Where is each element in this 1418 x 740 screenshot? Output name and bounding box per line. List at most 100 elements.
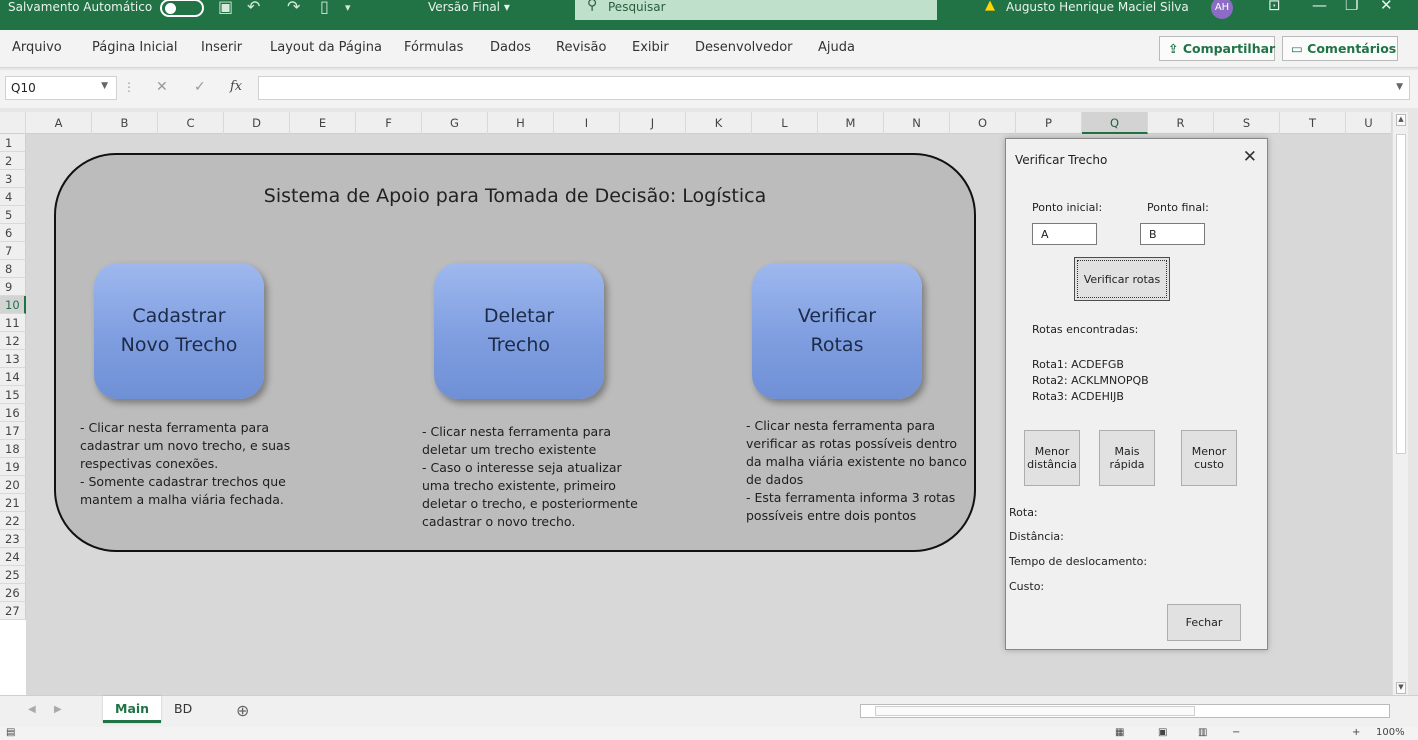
row-header[interactable]: 15	[0, 386, 26, 404]
column-header[interactable]: U	[1346, 112, 1392, 134]
avatar[interactable]: AH	[1211, 0, 1233, 19]
share-button[interactable]: ⇪ Compartilhar	[1159, 36, 1275, 61]
close-window-icon[interactable]: ✕	[1380, 0, 1393, 14]
tab-desenvolvedor[interactable]: Desenvolvedor	[695, 40, 793, 55]
normal-view-icon[interactable]: ▦	[1115, 727, 1124, 738]
warning-icon[interactable]: ▲	[985, 0, 995, 13]
row-header[interactable]: 24	[0, 548, 26, 566]
column-header[interactable]: C	[158, 112, 224, 134]
row-header[interactable]: 7	[0, 242, 26, 260]
page-layout-view-icon[interactable]: ▣	[1158, 727, 1167, 738]
column-header[interactable]: P	[1016, 112, 1082, 134]
fastest-button[interactable]: Mais rápida	[1099, 430, 1155, 486]
ribbon-display-icon[interactable]: ⊡	[1268, 0, 1281, 14]
tab-exibir[interactable]: Exibir	[632, 40, 669, 55]
document-title[interactable]: Versão Final ▾	[428, 0, 510, 14]
tab-revisao[interactable]: Revisão	[556, 40, 606, 55]
column-header[interactable]: O	[950, 112, 1016, 134]
tab-arquivo[interactable]: Arquivo	[12, 40, 62, 55]
row-header[interactable]: 2	[0, 152, 26, 170]
save-icon[interactable]: ▣	[218, 0, 233, 16]
expand-formula-icon[interactable]: ▼	[1396, 82, 1403, 92]
scroll-up-icon[interactable]: ▲	[1396, 114, 1406, 126]
end-point-input[interactable]: B	[1140, 223, 1205, 245]
cancel-formula-icon[interactable]: ✕	[156, 79, 168, 95]
page-break-view-icon[interactable]: ▥	[1198, 727, 1207, 738]
row-header[interactable]: 8	[0, 260, 26, 278]
row-header[interactable]: 13	[0, 350, 26, 368]
row-header[interactable]: 19	[0, 458, 26, 476]
row-header[interactable]: 27	[0, 602, 26, 620]
row-header[interactable]: 9	[0, 278, 26, 296]
column-header[interactable]: D	[224, 112, 290, 134]
tab-pagina-inicial[interactable]: Página Inicial	[92, 40, 177, 55]
column-header[interactable]: N	[884, 112, 950, 134]
row-header[interactable]: 26	[0, 584, 26, 602]
restore-icon[interactable]: ❐	[1345, 0, 1358, 14]
column-header[interactable]: R	[1148, 112, 1214, 134]
select-all-corner[interactable]	[0, 112, 26, 134]
tab-dados[interactable]: Dados	[490, 40, 531, 55]
tab-ajuda[interactable]: Ajuda	[818, 40, 855, 55]
column-header[interactable]: F	[356, 112, 422, 134]
row-header[interactable]: 5	[0, 206, 26, 224]
zoom-out-icon[interactable]: −	[1232, 727, 1240, 738]
column-header[interactable]: J	[620, 112, 686, 134]
row-header[interactable]: 12	[0, 332, 26, 350]
tab-inserir[interactable]: Inserir	[201, 40, 242, 55]
chevron-down-icon[interactable]: ▼	[101, 81, 108, 91]
column-header[interactable]: I	[554, 112, 620, 134]
customize-toolbar-icon[interactable]: ▾	[345, 1, 351, 14]
row-header[interactable]: 3	[0, 170, 26, 188]
column-header[interactable]: T	[1280, 112, 1346, 134]
row-header[interactable]: 11	[0, 314, 26, 332]
zoom-level[interactable]: 100%	[1376, 727, 1405, 738]
column-header[interactable]: A	[26, 112, 92, 134]
tab-layout-da-pagina[interactable]: Layout da Página	[270, 40, 382, 55]
delete-segment-button[interactable]: Deletar Trecho	[434, 263, 604, 399]
tab-formulas[interactable]: Fórmulas	[404, 40, 463, 55]
column-header[interactable]: K	[686, 112, 752, 134]
row-header[interactable]: 23	[0, 530, 26, 548]
row-header[interactable]: 21	[0, 494, 26, 512]
new-file-icon[interactable]: ▯	[320, 0, 329, 16]
comments-button[interactable]: ▭ Comentários	[1282, 36, 1398, 61]
formula-input[interactable]: ▼	[258, 76, 1410, 100]
row-header[interactable]: 17	[0, 422, 26, 440]
redo-icon[interactable]: ↷	[287, 0, 300, 16]
column-header-selected[interactable]: Q	[1082, 112, 1148, 134]
autosave-toggle[interactable]	[160, 0, 204, 17]
close-dialog-button[interactable]: Fechar	[1167, 604, 1241, 641]
user-name[interactable]: Augusto Henrique Maciel Silva	[1006, 0, 1189, 14]
row-header[interactable]: 6	[0, 224, 26, 242]
column-header[interactable]: B	[92, 112, 158, 134]
shortest-distance-button[interactable]: Menor distância	[1024, 430, 1080, 486]
name-box[interactable]: Q10 ▼	[5, 76, 117, 100]
confirm-formula-icon[interactable]: ✓	[194, 79, 206, 95]
horizontal-scrollbar[interactable]	[860, 704, 1390, 718]
macro-record-icon[interactable]: ▤	[6, 727, 15, 738]
verify-routes-dialog-button[interactable]: Verificar rotas	[1074, 257, 1170, 301]
column-header[interactable]: E	[290, 112, 356, 134]
search-box[interactable]: ⚲ Pesquisar	[575, 0, 937, 20]
vertical-scroll-thumb[interactable]	[1396, 134, 1406, 454]
start-point-input[interactable]: A	[1032, 223, 1097, 245]
insert-function-icon[interactable]: fx	[230, 79, 242, 94]
row-header[interactable]: 18	[0, 440, 26, 458]
column-header[interactable]: M	[818, 112, 884, 134]
row-header[interactable]: 14	[0, 368, 26, 386]
register-segment-button[interactable]: Cadastrar Novo Trecho	[94, 263, 264, 399]
close-icon[interactable]: ✕	[1243, 147, 1257, 167]
vertical-scrollbar[interactable]: ▲ ▼	[1392, 112, 1408, 695]
row-header[interactable]: 22	[0, 512, 26, 530]
row-header[interactable]: 25	[0, 566, 26, 584]
next-sheet-icon[interactable]: ▶	[54, 704, 62, 715]
zoom-in-icon[interactable]: +	[1352, 727, 1360, 738]
scroll-down-icon[interactable]: ▼	[1396, 682, 1406, 694]
row-header-selected[interactable]: 10	[0, 296, 26, 314]
sheet-tab-main[interactable]: Main	[103, 696, 162, 723]
lowest-cost-button[interactable]: Menor custo	[1181, 430, 1237, 486]
sheet-tab-bd[interactable]: BD	[162, 696, 204, 723]
row-header[interactable]: 16	[0, 404, 26, 422]
row-header[interactable]: 4	[0, 188, 26, 206]
